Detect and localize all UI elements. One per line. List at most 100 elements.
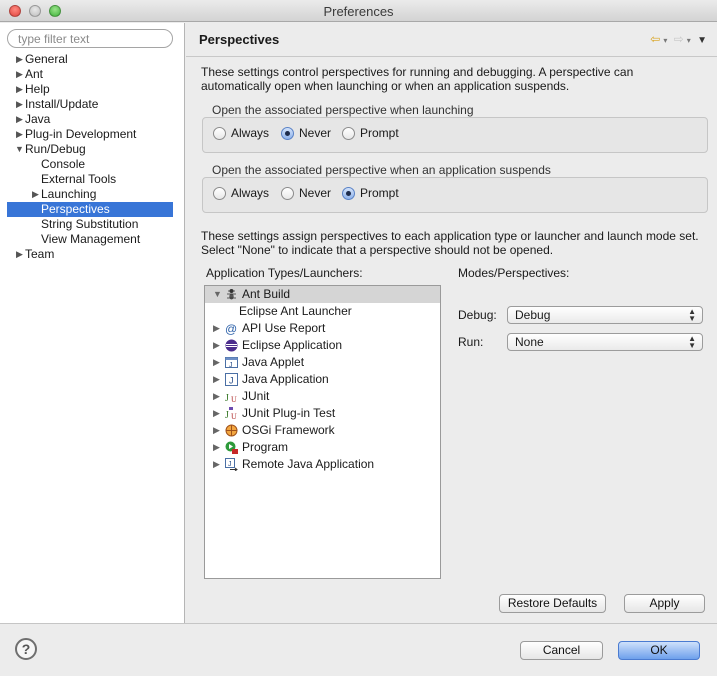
apply-button[interactable]: Apply	[624, 594, 705, 613]
svg-text:J: J	[225, 410, 229, 420]
tree-item-view-management[interactable]: View Management	[0, 232, 185, 247]
ant-icon	[227, 289, 236, 300]
radio-selected-icon	[281, 126, 294, 140]
list-item-ant-build[interactable]: ▼ Ant Build	[205, 286, 440, 303]
java-applet-icon: J	[225, 357, 238, 369]
remote-java-icon: J	[225, 458, 238, 471]
svg-text:J: J	[229, 376, 234, 386]
page-header: Perspectives ⇦ ▾ ⇨ ▾ ▼	[186, 23, 717, 57]
expand-arrow-icon[interactable]: ▶	[213, 456, 220, 473]
window-title: Preferences	[323, 4, 394, 19]
tree-item-plugin-development[interactable]: ▶ Plug-in Development	[0, 127, 185, 142]
junit-icon: JU	[225, 393, 237, 403]
application-types-list[interactable]: ▼ Ant Build Eclipse Ant Launcher ▶ @ API…	[204, 285, 441, 579]
expand-arrow-icon[interactable]: ▶	[213, 439, 220, 456]
debug-perspective-select[interactable]: Debug ▲ ▼	[507, 306, 703, 324]
collapse-arrow-icon[interactable]: ▼	[213, 286, 222, 303]
svg-text:U: U	[231, 395, 237, 403]
expand-arrow-icon[interactable]: ▶	[213, 337, 220, 354]
select-chevron-icon: ▲ ▼	[688, 334, 696, 350]
page-content: These settings control perspectives for …	[186, 58, 717, 623]
list-item-java-application[interactable]: ▶ J Java Application	[205, 371, 440, 388]
tree-item-perspectives[interactable]: Perspectives	[7, 202, 173, 217]
radio-selected-icon	[342, 186, 355, 200]
run-label: Run:	[458, 335, 484, 349]
modes-label: Modes/Perspectives:	[458, 266, 570, 280]
forward-arrow-icon[interactable]: ⇨	[674, 32, 684, 46]
tree-item-run-debug[interactable]: ▼ Run/Debug	[0, 142, 185, 157]
radio-circle-icon	[281, 186, 294, 200]
help-icon[interactable]: ?	[15, 638, 37, 660]
list-item-java-applet[interactable]: ▶ J Java Applet	[205, 354, 440, 371]
program-icon	[225, 441, 238, 454]
tree-item-team[interactable]: ▶ Team	[0, 247, 185, 262]
back-arrow-icon[interactable]: ⇦	[650, 32, 660, 46]
suspend-group-label: Open the associated perspective when an …	[212, 163, 551, 177]
radio-circle-icon	[213, 126, 226, 140]
types-label: Application Types/Launchers:	[206, 266, 363, 280]
expand-arrow-icon[interactable]: ▶	[213, 405, 220, 422]
tree-item-external-tools[interactable]: External Tools	[0, 172, 185, 187]
page-title: Perspectives	[199, 32, 280, 47]
suspend-prompt-radio[interactable]: Prompt	[342, 186, 399, 200]
svg-text:J: J	[229, 362, 233, 369]
view-menu-icon[interactable]: ▼	[697, 35, 707, 46]
history-nav: ⇦ ▾ ⇨ ▾ ▼	[647, 32, 707, 46]
preferences-sidebar: ▶ General ▶ Ant ▶ Help ▶ Install/Update …	[0, 23, 185, 623]
ok-button[interactable]: OK	[618, 641, 700, 660]
suspend-perspective-group: Always Never Prompt	[202, 177, 708, 213]
list-item-eclipse-application[interactable]: ▶ Eclipse Application	[205, 337, 440, 354]
launch-never-radio[interactable]: Never	[281, 126, 331, 140]
list-item-eclipse-ant-launcher[interactable]: Eclipse Ant Launcher	[205, 303, 440, 320]
title-bar: Preferences	[0, 0, 717, 22]
tree-item-console[interactable]: Console	[0, 157, 185, 172]
list-item-program[interactable]: ▶ Program	[205, 439, 440, 456]
tree-item-install-update[interactable]: ▶ Install/Update	[0, 97, 185, 112]
tree-item-general[interactable]: ▶ General	[0, 52, 185, 67]
debug-label: Debug:	[458, 308, 497, 322]
tree-item-help[interactable]: ▶ Help	[0, 82, 185, 97]
forward-menu-chevron-icon[interactable]: ▾	[687, 36, 691, 45]
collapse-arrow-icon[interactable]: ▼	[15, 142, 25, 157]
filter-input[interactable]	[7, 29, 173, 48]
radio-circle-icon	[213, 186, 226, 200]
tree-item-ant[interactable]: ▶ Ant	[0, 67, 185, 82]
suspend-always-radio[interactable]: Always	[213, 186, 269, 200]
expand-arrow-icon[interactable]: ▶	[213, 354, 220, 371]
eclipse-icon	[225, 339, 238, 352]
list-item-junit[interactable]: ▶ JU JUnit	[205, 388, 440, 405]
expand-arrow-icon[interactable]: ▶	[213, 422, 220, 439]
expand-arrow-icon[interactable]: ▶	[213, 388, 220, 405]
page-description: These settings control perspectives for …	[201, 65, 634, 93]
list-item-remote-java-application[interactable]: ▶ J Remote Java Application	[205, 456, 440, 473]
preferences-tree: ▶ General ▶ Ant ▶ Help ▶ Install/Update …	[0, 52, 185, 262]
tree-item-java[interactable]: ▶ Java	[0, 112, 185, 127]
list-item-junit-plugin-test[interactable]: ▶ JU JUnit Plug-in Test	[205, 405, 440, 422]
cancel-button[interactable]: Cancel	[520, 641, 603, 660]
tree-item-launching[interactable]: ▶ Launching	[0, 187, 185, 202]
back-menu-chevron-icon[interactable]: ▾	[663, 36, 667, 45]
suspend-never-radio[interactable]: Never	[281, 186, 331, 200]
launch-always-radio[interactable]: Always	[213, 126, 269, 140]
list-item-api-use-report[interactable]: ▶ @ API Use Report	[205, 320, 440, 337]
java-application-icon: J	[225, 373, 238, 386]
osgi-icon	[225, 424, 238, 437]
svg-text:J: J	[228, 461, 232, 468]
select-chevron-icon: ▲ ▼	[688, 307, 696, 323]
run-perspective-select[interactable]: None ▲ ▼	[507, 333, 703, 351]
launch-group-label: Open the associated perspective when lau…	[212, 103, 474, 117]
tree-item-string-substitution[interactable]: String Substitution	[0, 217, 185, 232]
dialog-footer: ? Cancel OK	[0, 623, 717, 676]
launch-prompt-radio[interactable]: Prompt	[342, 126, 399, 140]
junit-plugin-icon: JU	[225, 407, 237, 420]
restore-defaults-button[interactable]: Restore Defaults	[499, 594, 606, 613]
launch-perspective-group: Always Never Prompt	[202, 117, 708, 153]
list-item-osgi-framework[interactable]: ▶ OSGi Framework	[205, 422, 440, 439]
svg-text:@: @	[225, 322, 237, 335]
svg-text:J: J	[225, 393, 229, 403]
expand-arrow-icon[interactable]: ▶	[213, 320, 220, 337]
expand-arrow-icon[interactable]: ▶	[213, 371, 220, 388]
assign-description: These settings assign perspectives to ea…	[201, 229, 699, 257]
radio-circle-icon	[342, 126, 355, 140]
preference-page: Perspectives ⇦ ▾ ⇨ ▾ ▼ These settings cont…	[186, 23, 717, 623]
